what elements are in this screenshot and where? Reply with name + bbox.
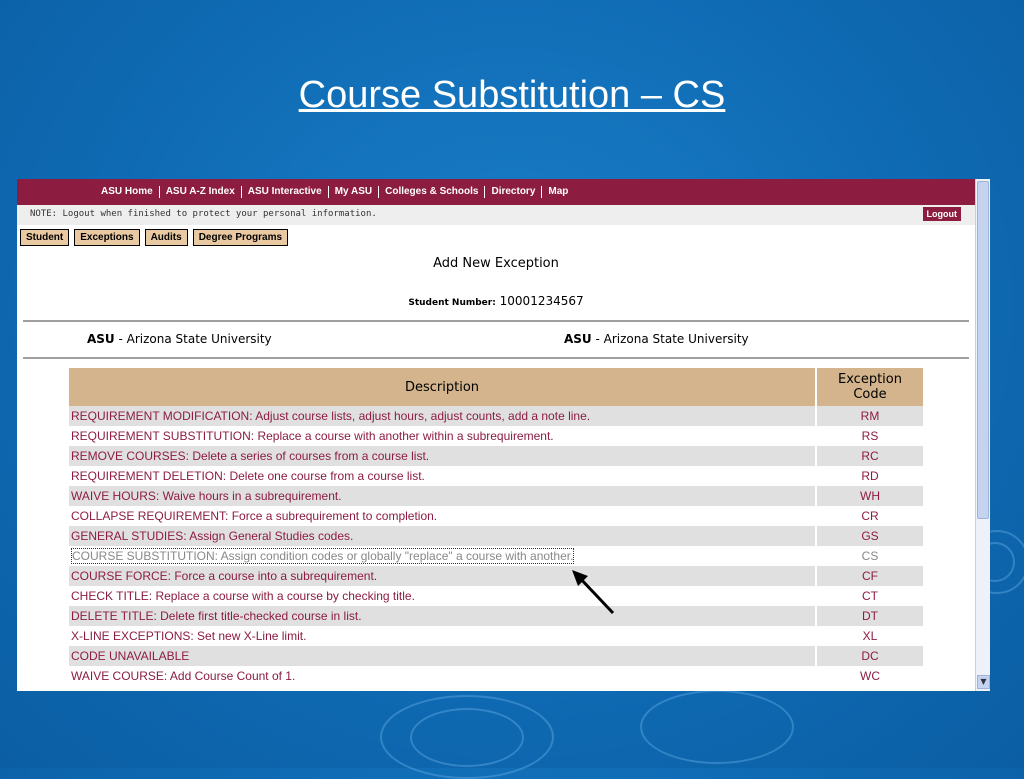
top-navigation: ASU Home ASU A-Z Index ASU Interactive M… bbox=[17, 179, 975, 205]
exception-description[interactable]: REQUIREMENT SUBSTITUTION: Replace a cour… bbox=[69, 426, 817, 446]
description-header: Description bbox=[69, 368, 817, 406]
tab-student[interactable]: Student bbox=[20, 229, 70, 246]
student-number-value: 10001234567 bbox=[499, 294, 584, 308]
slide-title: Course Substitution – CS bbox=[298, 74, 726, 116]
exception-code[interactable]: WH bbox=[816, 486, 923, 506]
table-row-selected[interactable]: COURSE SUBSTITUTION: Assign condition co… bbox=[69, 546, 923, 566]
exception-description[interactable]: CODE UNAVAILABLE bbox=[69, 646, 817, 666]
divider bbox=[23, 357, 969, 359]
target-institution: ASU - Arizona State University bbox=[564, 332, 749, 346]
tab-degree-programs[interactable]: Degree Programs bbox=[192, 229, 289, 246]
exception-code[interactable]: CF bbox=[816, 566, 923, 586]
exception-code-header-line1: Exception bbox=[838, 372, 902, 387]
home-institution-code: ASU bbox=[87, 332, 115, 346]
table-row[interactable]: X-LINE EXCEPTIONS: Set new X-Line limit.… bbox=[69, 626, 923, 646]
target-institution-name: - Arizona State University bbox=[591, 332, 749, 346]
exception-description[interactable]: X-LINE EXCEPTIONS: Set new X-Line limit. bbox=[69, 626, 817, 646]
exception-code[interactable]: GS bbox=[816, 526, 923, 546]
table-row[interactable]: REQUIREMENT MODIFICATION: Adjust course … bbox=[69, 406, 923, 426]
exception-code[interactable]: XL bbox=[816, 626, 923, 646]
exception-code-header-line2: Code bbox=[853, 387, 887, 402]
exception-description-text[interactable]: COURSE SUBSTITUTION: Assign condition co… bbox=[71, 548, 575, 564]
exception-code[interactable]: CS bbox=[816, 546, 923, 566]
table-row[interactable]: CODE UNAVAILABLE DC bbox=[69, 646, 923, 666]
scrollbar-thumb[interactable] bbox=[977, 181, 989, 519]
logout-button[interactable]: Logout bbox=[922, 207, 961, 221]
nav-my-asu[interactable]: My ASU bbox=[329, 186, 380, 198]
nav-colleges-schools[interactable]: Colleges & Schools bbox=[379, 186, 486, 198]
table-row[interactable]: COLLAPSE REQUIREMENT: Force a subrequire… bbox=[69, 506, 923, 526]
table-row[interactable]: REMOVE COURSES: Delete a series of cours… bbox=[69, 446, 923, 466]
nav-directory[interactable]: Directory bbox=[485, 186, 543, 198]
nav-az-index[interactable]: ASU A-Z Index bbox=[160, 186, 242, 198]
exception-code[interactable]: CR bbox=[816, 506, 923, 526]
table-row[interactable]: DELETE TITLE: Delete first title-checked… bbox=[69, 606, 923, 626]
table-row[interactable]: CHECK TITLE: Replace a course with a cou… bbox=[69, 586, 923, 606]
exception-description[interactable]: WAIVE HOURS: Waive hours in a subrequire… bbox=[69, 486, 817, 506]
exception-code[interactable]: RC bbox=[816, 446, 923, 466]
exception-code[interactable]: RS bbox=[816, 426, 923, 446]
exception-description[interactable]: CHECK TITLE: Replace a course with a cou… bbox=[69, 586, 817, 606]
table-header-row: Description Exception Code bbox=[69, 368, 923, 406]
exception-description[interactable]: REQUIREMENT MODIFICATION: Adjust course … bbox=[69, 406, 817, 426]
note-bar: NOTE: Logout when finished to protect yo… bbox=[17, 205, 975, 225]
nav-map[interactable]: Map bbox=[542, 186, 574, 198]
target-institution-code: ASU bbox=[564, 332, 592, 346]
exception-code[interactable]: RD bbox=[816, 466, 923, 486]
exception-code[interactable]: RM bbox=[816, 406, 923, 426]
table-row[interactable]: REQUIREMENT SUBSTITUTION: Replace a cour… bbox=[69, 426, 923, 446]
exception-code[interactable]: DC bbox=[816, 646, 923, 666]
home-institution-name: - Arizona State University bbox=[114, 332, 272, 346]
exception-description[interactable]: REQUIREMENT DELETION: Delete one course … bbox=[69, 466, 817, 486]
tab-audits[interactable]: Audits bbox=[144, 229, 188, 246]
table-row[interactable]: GENERAL STUDIES: Assign General Studies … bbox=[69, 526, 923, 546]
exception-description[interactable]: COLLAPSE REQUIREMENT: Force a subrequire… bbox=[69, 506, 817, 526]
exception-description[interactable]: DELETE TITLE: Delete first title-checked… bbox=[69, 606, 817, 626]
exception-description[interactable]: WAIVE COURSE: Add Course Count of 1. bbox=[69, 666, 817, 686]
tab-bar: Student Exceptions Audits Degree Program… bbox=[20, 229, 289, 246]
exception-code[interactable]: DT bbox=[816, 606, 923, 626]
exception-description[interactable]: COURSE SUBSTITUTION: Assign condition co… bbox=[69, 546, 817, 566]
ripple-decoration bbox=[410, 708, 524, 767]
browser-window: ASU Home ASU A-Z Index ASU Interactive M… bbox=[17, 179, 990, 691]
exception-code[interactable]: WC bbox=[816, 666, 923, 686]
student-number-label: Student Number: bbox=[408, 298, 496, 308]
tab-exceptions[interactable]: Exceptions bbox=[74, 229, 140, 246]
nav-asu-home[interactable]: ASU Home bbox=[95, 186, 160, 198]
divider bbox=[23, 320, 969, 322]
exception-code-header: Exception Code bbox=[816, 368, 923, 406]
nav-asu-interactive[interactable]: ASU Interactive bbox=[242, 186, 329, 198]
exception-description[interactable]: REMOVE COURSES: Delete a series of cours… bbox=[69, 446, 817, 466]
student-number-line: Student Number: 10001234567 bbox=[17, 294, 975, 308]
logout-note: NOTE: Logout when finished to protect yo… bbox=[30, 209, 377, 219]
table-row[interactable]: COURSE FORCE: Force a course into a subr… bbox=[69, 566, 923, 586]
home-institution: ASU - Arizona State University bbox=[87, 332, 272, 346]
table-row[interactable]: REQUIREMENT DELETION: Delete one course … bbox=[69, 466, 923, 486]
exception-description[interactable]: COURSE FORCE: Force a course into a subr… bbox=[69, 566, 817, 586]
page-heading: Add New Exception bbox=[433, 256, 559, 271]
chevron-down-icon[interactable]: ▼ bbox=[977, 675, 990, 689]
exception-table: Description Exception Code REQUIREMENT M… bbox=[69, 368, 923, 686]
ripple-decoration bbox=[640, 690, 794, 764]
exception-code[interactable]: CT bbox=[816, 586, 923, 606]
table-row[interactable]: WAIVE HOURS: Waive hours in a subrequire… bbox=[69, 486, 923, 506]
exception-description[interactable]: GENERAL STUDIES: Assign General Studies … bbox=[69, 526, 817, 546]
table-row[interactable]: WAIVE COURSE: Add Course Count of 1. WC bbox=[69, 666, 923, 686]
vertical-scrollbar[interactable]: ▼ bbox=[975, 179, 990, 691]
